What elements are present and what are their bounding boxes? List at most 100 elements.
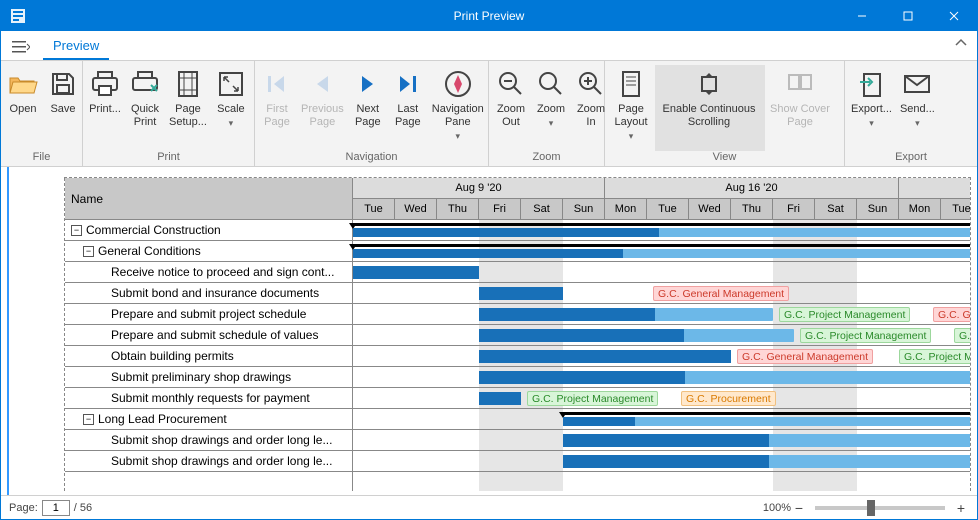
task-row: Submit monthly requests for payment — [65, 388, 352, 409]
task-bar — [479, 350, 731, 363]
navigation-pane-button[interactable]: Navigation Pane ▾ — [428, 65, 488, 151]
zoom-button[interactable]: Zoom ▾ — [531, 65, 571, 151]
last-page-icon — [392, 68, 424, 100]
resource-tag: G.C. General Management — [737, 349, 873, 364]
export-button[interactable]: Export... ▾ — [847, 65, 896, 151]
task-name: Obtain building permits — [111, 349, 234, 363]
chevron-down-icon: ▾ — [549, 117, 554, 130]
zoom-slider-thumb[interactable] — [867, 500, 875, 516]
tab-preview[interactable]: Preview — [43, 32, 109, 60]
task-bar — [353, 228, 970, 237]
scale-button[interactable]: Scale ▾ — [211, 65, 251, 151]
quick-print-icon — [129, 68, 161, 100]
cover-page-icon — [784, 68, 816, 100]
quick-print-button[interactable]: Quick Print — [125, 65, 165, 151]
zoom-in-button[interactable]: Zoom In — [571, 65, 611, 151]
task-row: Prepare and submit project schedule — [65, 304, 352, 325]
collapse-toggle[interactable]: − — [83, 246, 94, 257]
zoom-level: 100% — [763, 502, 791, 514]
save-button[interactable]: Save — [43, 65, 83, 151]
gantt-row — [353, 430, 970, 451]
task-name: Prepare and submit project schedule — [111, 307, 306, 321]
task-name: Submit monthly requests for payment — [111, 391, 310, 405]
scale-icon — [215, 68, 247, 100]
first-page-icon — [261, 68, 293, 100]
gantt-chart-pane: Aug 9 '20Aug 16 '20Aug 23 '20 TueWedThuF… — [353, 178, 970, 491]
group-label-print: Print — [83, 151, 254, 167]
day-header: Wed — [689, 199, 731, 219]
preview-area[interactable]: Name −Commercial Construction−General Co… — [1, 167, 977, 495]
resource-tag: G.C. General Management — [933, 307, 970, 322]
group-label-file: File — [1, 151, 82, 167]
zoom-out-icon — [495, 68, 527, 100]
day-header: Mon — [605, 199, 647, 219]
summary-bar — [353, 244, 970, 247]
task-row: Prepare and submit schedule of values — [65, 325, 352, 346]
day-header: Thu — [731, 199, 773, 219]
zoom-icon — [535, 68, 567, 100]
task-bar — [353, 266, 479, 279]
task-name: Submit bond and insurance documents — [111, 286, 319, 300]
page-layout-button[interactable]: Page Layout ▾ — [607, 65, 655, 151]
page-setup-button[interactable]: Page Setup... — [165, 65, 211, 151]
task-bar — [479, 392, 521, 405]
day-header: Sat — [815, 199, 857, 219]
print-button[interactable]: Print... — [85, 65, 125, 151]
collapse-toggle[interactable]: − — [83, 414, 94, 425]
open-button[interactable]: Open — [3, 65, 43, 151]
envelope-icon — [901, 68, 933, 100]
scale-label: Scale — [217, 103, 245, 116]
resource-tag: G.C. Project Management — [527, 391, 658, 406]
gantt-row: G.C. Project ManagementG.C. General Mana… — [353, 304, 970, 325]
show-cover-page-button[interactable]: Show Cover Page — [765, 65, 835, 151]
ribbon: Open Save File Print... Quick Print — [1, 61, 977, 167]
day-header: Sun — [563, 199, 605, 219]
day-header: Thu — [437, 199, 479, 219]
gantt-row — [353, 451, 970, 472]
page-edge-indicator — [7, 167, 9, 495]
page-setup-label: Page Setup... — [169, 103, 207, 129]
day-header: Tue — [353, 199, 395, 219]
task-bar — [479, 308, 773, 321]
zoom-plus-button[interactable]: + — [953, 500, 969, 516]
gantt-row: G.C. Project ManagementG.C. Scheduler — [353, 325, 970, 346]
status-bar: Page: / 56 100% − + — [1, 495, 977, 519]
group-label-zoom: Zoom — [489, 151, 604, 167]
page-total: / 56 — [74, 502, 92, 514]
continuous-scrolling-button[interactable]: Enable Continuous Scrolling — [655, 65, 763, 151]
compass-icon — [442, 68, 474, 100]
last-page-button[interactable]: Last Page — [388, 65, 428, 151]
task-name: Commercial Construction — [86, 223, 221, 237]
task-bar — [563, 434, 970, 447]
send-button[interactable]: Send... ▾ — [896, 65, 939, 151]
zoom-in-icon — [575, 68, 607, 100]
save-icon — [47, 68, 79, 100]
previous-page-button[interactable]: Previous Page — [297, 65, 348, 151]
first-page-button[interactable]: First Page — [257, 65, 297, 151]
resource-tag: G.C. General Management — [653, 286, 789, 301]
task-name: Long Lead Procurement — [98, 412, 227, 426]
task-row: Submit preliminary shop drawings — [65, 367, 352, 388]
task-bar — [563, 417, 970, 426]
resource-tag: G.C. Procurement — [681, 391, 776, 406]
window-title: Print Preview — [1, 9, 977, 23]
collapse-toggle[interactable]: − — [71, 225, 82, 236]
next-page-button[interactable]: Next Page — [348, 65, 388, 151]
task-row: −General Conditions — [65, 241, 352, 262]
day-header: Sat — [521, 199, 563, 219]
titlebar: Print Preview — [1, 1, 977, 31]
zoom-out-button[interactable]: Zoom Out — [491, 65, 531, 151]
task-name: Prepare and submit schedule of values — [111, 328, 318, 342]
gantt-row — [353, 262, 970, 283]
page-layout-icon — [615, 68, 647, 100]
task-name: Submit shop drawings and order long le..… — [111, 454, 332, 468]
name-header: Name — [65, 178, 352, 220]
zoom-minus-button[interactable]: − — [791, 500, 807, 516]
ribbon-collapse-button[interactable] — [955, 37, 967, 51]
gantt-row — [353, 220, 970, 241]
page-number-input[interactable] — [42, 500, 70, 516]
zoom-slider[interactable] — [815, 506, 945, 510]
task-row: Submit bond and insurance documents — [65, 283, 352, 304]
quick-menu-button[interactable] — [7, 34, 35, 60]
task-bar — [479, 371, 970, 384]
